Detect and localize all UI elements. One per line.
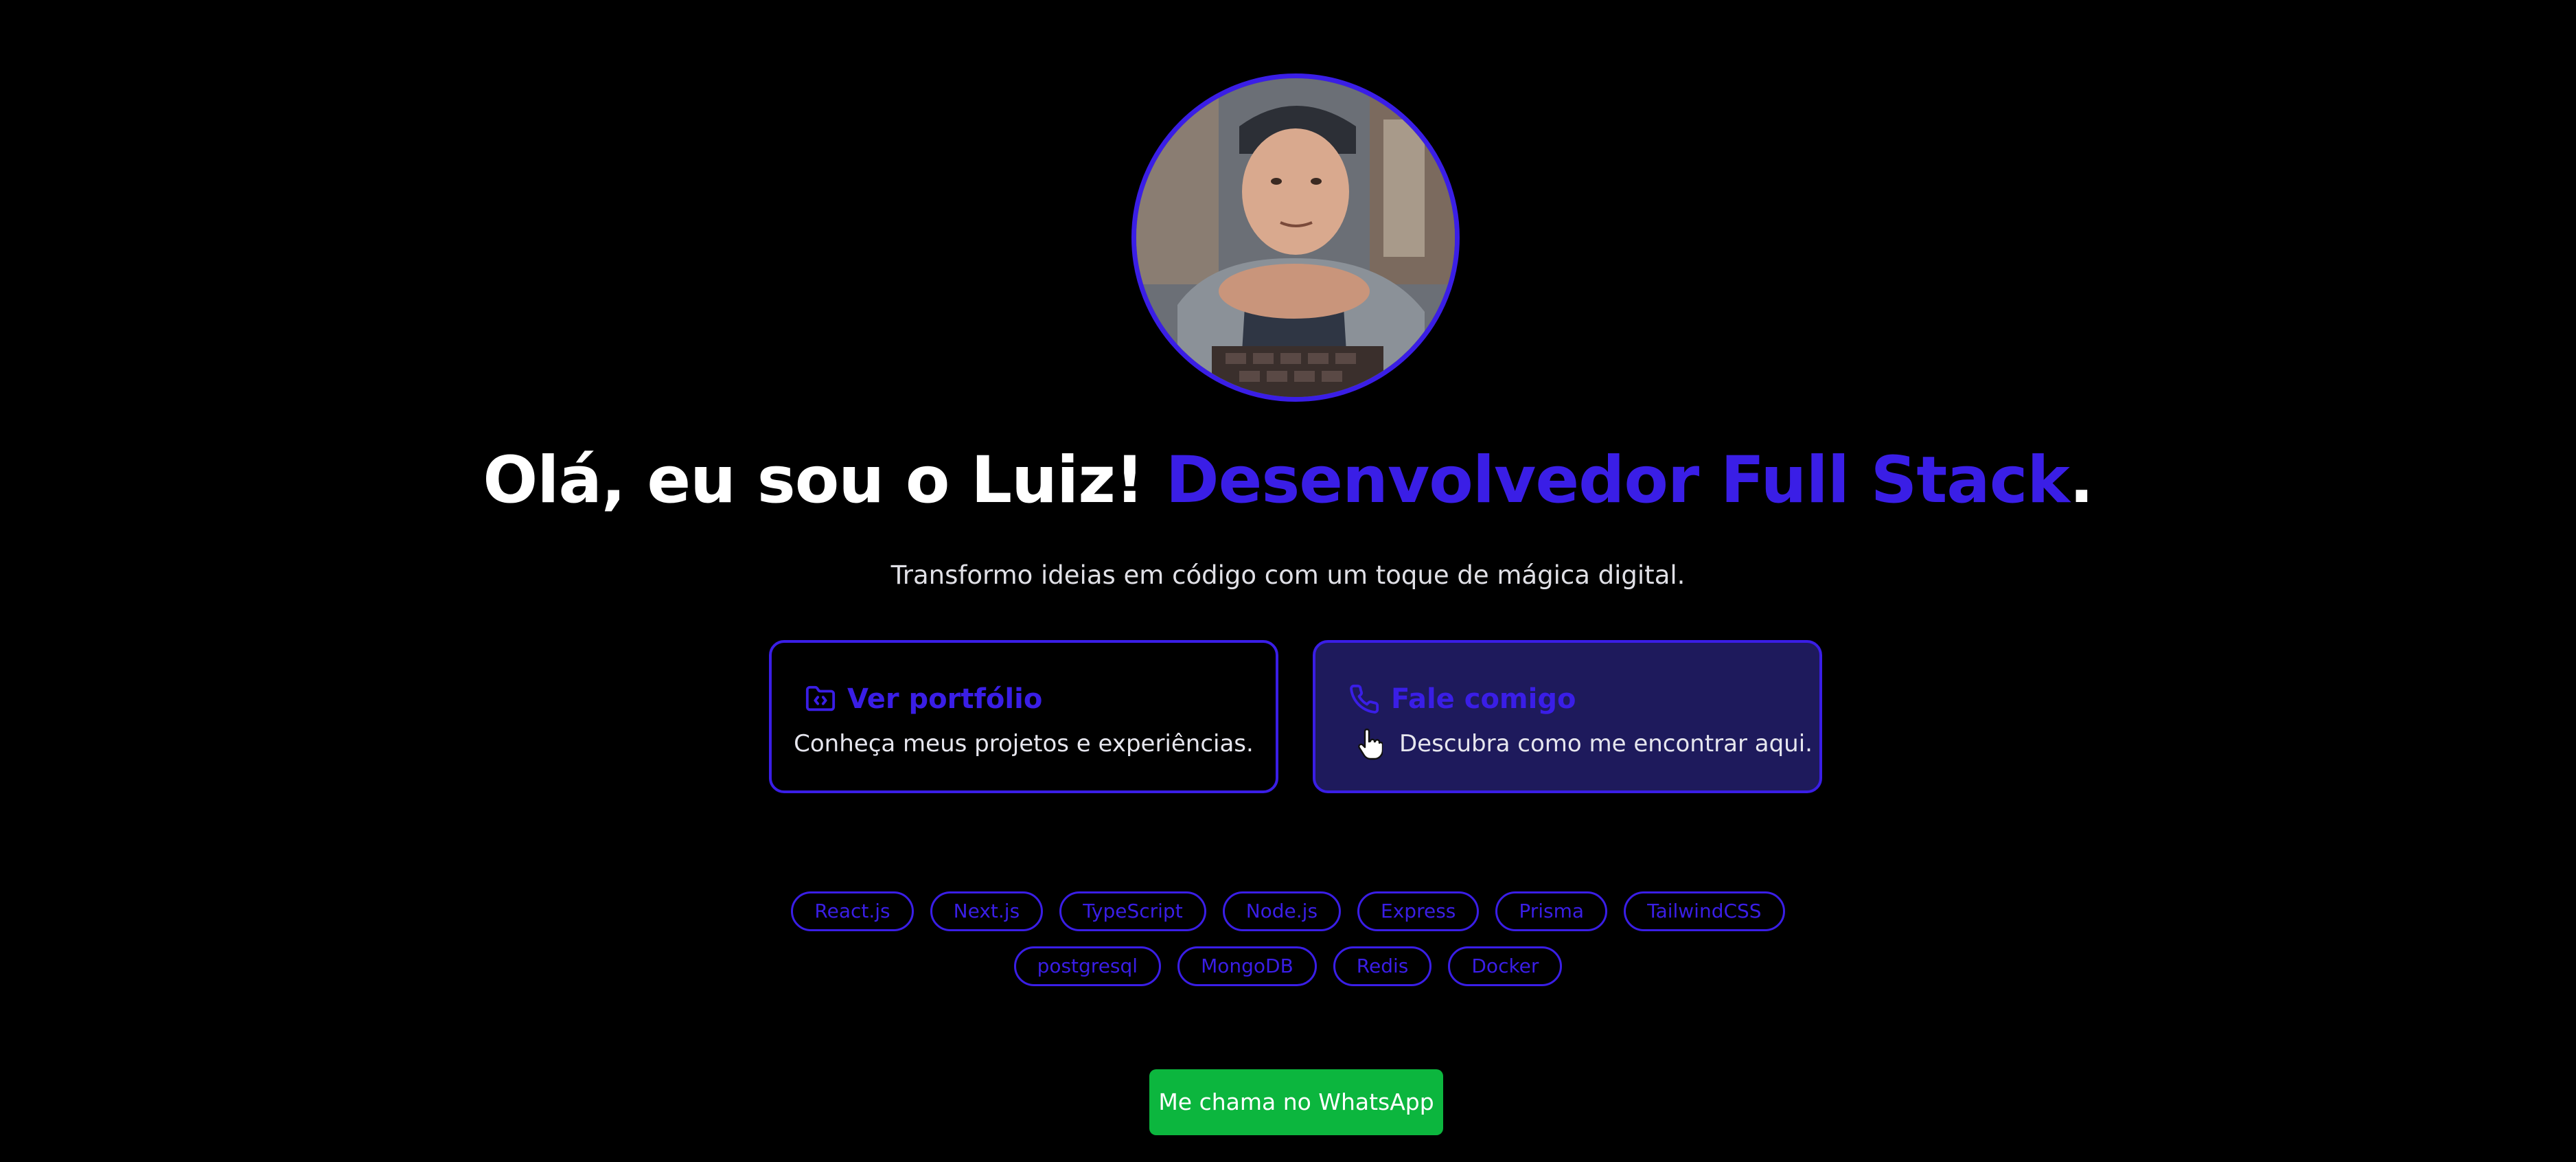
- tag-redis: Redis: [1333, 946, 1432, 986]
- contact-card-label: Fale comigo: [1391, 683, 1576, 715]
- title-period: .: [2069, 443, 2094, 518]
- greeting-text: Olá, eu sou o Luiz!: [483, 443, 1166, 518]
- profile-photo: [1136, 78, 1455, 397]
- page-title: Olá, eu sou o Luiz! Desenvolvedor Full S…: [0, 433, 2576, 529]
- portfolio-card-title: Ver portfólio: [805, 681, 1042, 717]
- tag-postgresql: postgresql: [1013, 946, 1162, 986]
- tag-tailwindcss: TailwindCSS: [1624, 891, 1785, 931]
- contact-card-description: Descubra como me encontrar aqui.: [1399, 730, 1813, 757]
- folder-code-icon: [805, 685, 836, 711]
- contact-card[interactable]: Fale comigo Descubra como me encontrar a…: [1313, 640, 1822, 793]
- hand-pointer-icon: [1358, 728, 1383, 760]
- avatar: [1131, 73, 1460, 402]
- tag-nodejs: Node.js: [1222, 891, 1342, 931]
- tag-prisma: Prisma: [1495, 891, 1608, 931]
- tag-react: React.js: [791, 891, 914, 931]
- tag-mongodb: MongoDB: [1177, 946, 1317, 986]
- tag-nextjs: Next.js: [930, 891, 1044, 931]
- role-text: Desenvolvedor Full Stack: [1165, 443, 2070, 518]
- landing-page: Olá, eu sou o Luiz! Desenvolvedor Full S…: [0, 0, 2576, 1162]
- tech-tags: React.js Next.js TypeScript Node.js Expr…: [0, 891, 2576, 1001]
- portfolio-card[interactable]: Ver portfólio Conheça meus projetos e ex…: [769, 640, 1278, 793]
- whatsapp-button[interactable]: Me chama no WhatsApp: [1149, 1069, 1443, 1135]
- tag-row: React.js Next.js TypeScript Node.js Expr…: [0, 891, 2576, 931]
- tag-express: Express: [1357, 891, 1480, 931]
- subtitle: Transformo ideias em código com um toque…: [890, 560, 1686, 590]
- tag-typescript: TypeScript: [1059, 891, 1206, 931]
- portfolio-card-label: Ver portfólio: [847, 683, 1043, 715]
- tag-row: postgresql MongoDB Redis Docker: [0, 946, 2576, 986]
- portfolio-card-description: Conheça meus projetos e experiências.: [794, 730, 1254, 757]
- phone-icon: [1350, 684, 1379, 714]
- tag-docker: Docker: [1448, 946, 1563, 986]
- contact-card-title: Fale comigo: [1348, 681, 1576, 717]
